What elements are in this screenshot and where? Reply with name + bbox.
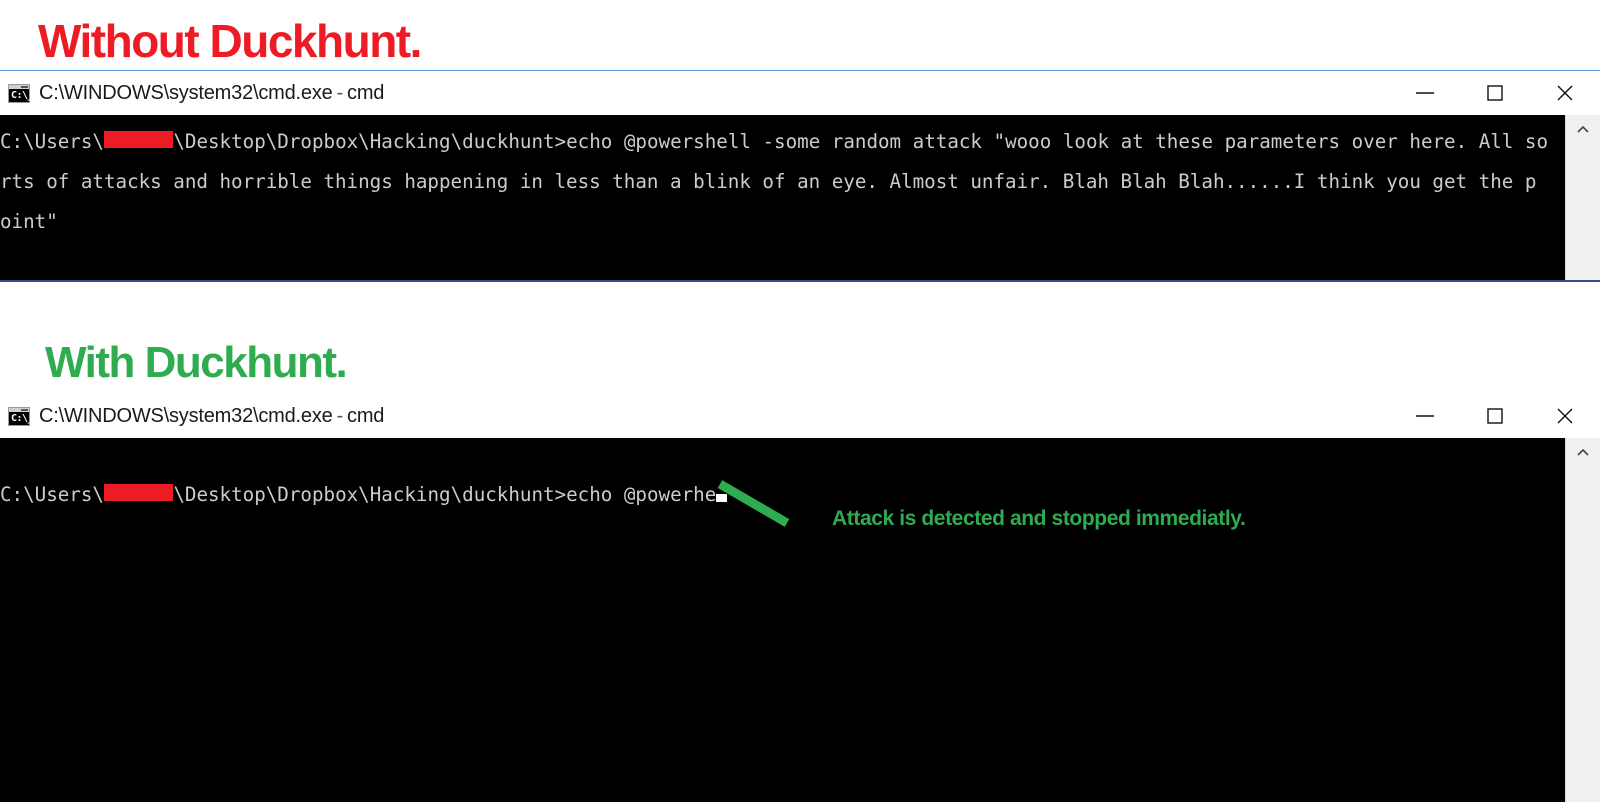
window-title-path: C:\WINDOWS\system32\cmd.exe — [39, 404, 333, 427]
console-area-with: C:\Users\ \Desktop\Dropbox\Hacking\duckh… — [0, 438, 1600, 802]
redacted-username — [103, 131, 174, 148]
cmd-console-icon[interactable]: C:\_ — [8, 83, 34, 103]
maximize-icon — [1487, 85, 1503, 101]
minimize-button[interactable] — [1390, 71, 1460, 115]
cmd-console-icon[interactable]: C:\_ — [8, 406, 34, 426]
console-line-1: C:\Users\ \Desktop\Dropbox\Hacking\duckh… — [0, 438, 1565, 508]
scrollbar-up-button[interactable] — [1566, 438, 1600, 468]
console-scrollbar-with[interactable] — [1565, 438, 1600, 802]
titlebar-without[interactable]: C:\_ C:\WINDOWS\system32\cmd.exe - cmd — [0, 71, 1600, 115]
window-title-separator: - — [336, 404, 344, 427]
window-controls-without — [1390, 71, 1600, 115]
console-line-2: rts of attacks and horrible things happe… — [0, 170, 1537, 193]
cmd-window-without-duckhunt: C:\_ C:\WINDOWS\system32\cmd.exe - cmd C… — [0, 70, 1600, 282]
window-bottom-border — [0, 280, 1600, 282]
prompt-prefix: C:\Users\ — [0, 130, 104, 153]
icon-prompt-glyph: C:\_ — [11, 412, 34, 424]
minimize-icon — [1416, 92, 1434, 94]
chevron-up-icon — [1577, 125, 1589, 133]
caret-block-icon — [716, 494, 728, 502]
titlebar-with[interactable]: C:\_ C:\WINDOWS\system32\cmd.exe - cmd — [0, 394, 1600, 438]
minimize-icon — [1416, 415, 1434, 417]
maximize-button[interactable] — [1460, 71, 1530, 115]
console-line-3: oint" — [0, 210, 58, 233]
prompt-suffix: \Desktop\Dropbox\Hacking\duckhunt> — [173, 483, 567, 506]
cmd-window-with-duckhunt: C:\_ C:\WINDOWS\system32\cmd.exe - cmd C… — [0, 394, 1600, 802]
maximize-button[interactable] — [1460, 394, 1530, 438]
window-title-suffix: cmd — [347, 404, 385, 427]
window-title-path: C:\WINDOWS\system32\cmd.exe — [39, 81, 333, 104]
console-output-without[interactable]: C:\Users\ \Desktop\Dropbox\Hacking\duckh… — [0, 115, 1565, 280]
close-button[interactable] — [1530, 71, 1600, 115]
section-heading-without-duckhunt: Without Duckhunt. — [38, 15, 422, 67]
close-icon — [1557, 408, 1573, 424]
window-title-suffix: cmd — [347, 81, 385, 104]
command-text-line1: echo @powershell -some random attack "wo… — [566, 130, 1549, 153]
prompt-suffix: \Desktop\Dropbox\Hacking\duckhunt> — [173, 130, 567, 153]
prompt-prefix: C:\Users\ — [0, 483, 104, 506]
typed-command-text: echo @powerhe — [566, 483, 717, 506]
chevron-up-icon — [1577, 448, 1589, 456]
minimize-button[interactable] — [1390, 394, 1460, 438]
icon-prompt-glyph: C:\_ — [11, 89, 34, 101]
console-area-without: C:\Users\ \Desktop\Dropbox\Hacking\duckh… — [0, 115, 1600, 280]
section-heading-with-duckhunt: With Duckhunt. — [45, 338, 348, 387]
scrollbar-up-button[interactable] — [1566, 115, 1600, 145]
maximize-icon — [1487, 408, 1503, 424]
window-controls-with — [1390, 394, 1600, 438]
window-title-separator: - — [336, 81, 344, 104]
console-scrollbar-without[interactable] — [1565, 115, 1600, 280]
redacted-username — [103, 484, 174, 501]
close-icon — [1557, 85, 1573, 101]
console-line-1: C:\Users\ \Desktop\Dropbox\Hacking\duckh… — [0, 115, 1565, 155]
console-output-with[interactable]: C:\Users\ \Desktop\Dropbox\Hacking\duckh… — [0, 438, 1565, 802]
close-button[interactable] — [1530, 394, 1600, 438]
